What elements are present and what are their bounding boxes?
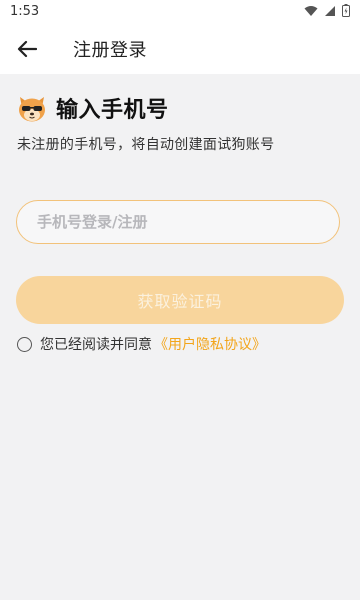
agreement-radio[interactable]	[17, 336, 32, 352]
get-code-button[interactable]: 获取验证码	[16, 276, 344, 324]
arrow-left-icon	[17, 40, 37, 58]
agreement-row: 您已经阅读并同意 《用户隐私协议》	[17, 334, 266, 354]
shiba-sunglasses-icon	[19, 97, 45, 122]
wifi-icon	[304, 5, 318, 16]
status-bar: 1:53	[0, 0, 360, 24]
main-content: 输入手机号 未注册的手机号，将自动创建面试狗账号 获取验证码 您已经阅读并同意 …	[0, 74, 360, 600]
signal-icon	[325, 5, 335, 16]
battery-icon	[342, 4, 350, 17]
back-button[interactable]	[14, 37, 40, 61]
agreement-text: 您已经阅读并同意	[40, 337, 152, 353]
page-title: 注册登录	[73, 40, 147, 61]
status-time: 1:53	[10, 4, 40, 19]
heading-row: 输入手机号	[16, 92, 169, 124]
phone-input[interactable]	[16, 200, 340, 244]
heading: 输入手机号	[56, 98, 169, 123]
status-icons	[304, 4, 350, 17]
app-bar: 注册登录	[0, 24, 360, 74]
subtitle: 未注册的手机号，将自动创建面试狗账号	[17, 137, 275, 153]
privacy-policy-link[interactable]: 《用户隐私协议》	[154, 334, 266, 354]
